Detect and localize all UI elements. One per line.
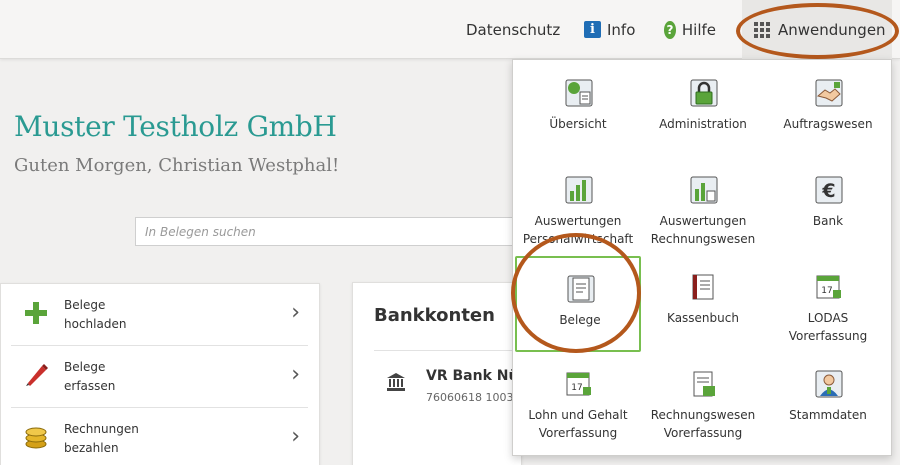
pencil-icon [26, 364, 48, 386]
cashbook-icon [692, 274, 714, 300]
app-label-line2: Vorerfassung [538, 426, 618, 440]
action-belege-erfassen[interactable]: Belege erfassen › [11, 346, 308, 408]
svg-text:€: € [821, 180, 835, 202]
action-label-line1: Rechnungen [64, 422, 139, 436]
action-label-line1: Belege [64, 298, 106, 312]
bank-accounts-card: Bankkonten VR Bank Nü 76060618 1003 [352, 282, 523, 465]
info-icon: i [584, 21, 601, 38]
app-label-line1: Kassenbuch [667, 311, 739, 325]
app-tile-uebersicht[interactable]: Übersicht [515, 62, 641, 158]
handshake-icon [815, 79, 843, 107]
app-tile-lohn-und-gehalt-vorerfassung[interactable]: 17 Lohn und Gehalt Vorerfassung [515, 353, 641, 449]
chevron-right-icon: › [291, 424, 300, 449]
calendar-17-icon: 17 [816, 275, 841, 299]
actions-card: Belege hochladen › Belege erfassen › Rec… [0, 283, 320, 465]
app-label-line1: Belege [559, 313, 601, 327]
action-rechnungen-bezahlen[interactable]: Rechnungen bezahlen › [11, 408, 308, 465]
app-label-line1: Rechnungswesen [650, 408, 756, 422]
nav-hilfe-link[interactable]: ? Hilfe [664, 0, 716, 59]
app-label-line1: LODAS [807, 311, 849, 325]
top-navigation-bar: Datenschutz i Info ? Hilfe Anwendungen [0, 0, 900, 59]
app-label-line1: Auswertungen [534, 214, 622, 228]
app-label-line2: Vorerfassung [663, 426, 743, 440]
app-label-line1: Lohn und Gehalt [528, 408, 628, 422]
app-tile-rechnungswesen-vorerfassung[interactable]: Rechnungswesen Vorerfassung [640, 353, 766, 449]
person-icon [815, 370, 843, 398]
chart-calculator-icon [690, 176, 718, 204]
chart-people-icon [565, 176, 593, 204]
plus-icon [25, 302, 47, 324]
app-tile-lodas-vorerfassung[interactable]: 17 LODAS Vorerfassung [765, 256, 891, 352]
ledger-icon [693, 371, 715, 397]
bank-card-title: Bankkonten [374, 305, 495, 326]
app-label-line1: Übersicht [549, 117, 607, 131]
divider [374, 350, 523, 351]
nav-info-label: Info [607, 20, 636, 39]
app-label-line2: Personalwirtschaft [522, 232, 634, 246]
nav-anwendungen-label: Anwendungen [778, 20, 886, 39]
action-label-line2: hochladen [64, 317, 127, 331]
svg-text:17: 17 [821, 286, 832, 296]
nav-anwendungen-button[interactable]: Anwendungen [742, 0, 892, 59]
nav-datenschutz-label: Datenschutz [466, 20, 561, 39]
action-label-line2: bezahlen [64, 441, 119, 455]
app-label-line2: Rechnungswesen [650, 232, 756, 246]
applications-dropdown: Übersicht Administration Auftragswesen A… [512, 59, 892, 456]
app-tile-bank[interactable]: € Bank [765, 159, 891, 255]
beleg-search-input[interactable] [135, 217, 515, 246]
app-label-line1: Administration [659, 117, 747, 131]
euro-icon: € [815, 176, 843, 204]
overview-icon [565, 79, 593, 107]
app-label-line1: Auswertungen [659, 214, 747, 228]
app-label-line1: Bank [812, 214, 844, 228]
bank-account-name[interactable]: VR Bank Nü [426, 368, 518, 384]
app-label-line1: Auftragswesen [783, 117, 873, 131]
app-tile-belege[interactable]: Belege [515, 256, 641, 352]
help-icon: ? [664, 20, 676, 39]
app-tile-kassenbuch[interactable]: Kassenbuch [640, 256, 766, 352]
app-label-line1: Stammdaten [789, 408, 867, 422]
chevron-right-icon: › [291, 300, 300, 325]
company-name: Muster Testholz GmbH [14, 110, 337, 143]
action-belege-hochladen[interactable]: Belege hochladen › [11, 284, 308, 346]
app-tile-auswertungen-personalwirtschaft[interactable]: Auswertungen Personalwirtschaft [515, 159, 641, 255]
nav-datenschutz-link[interactable]: Datenschutz [466, 0, 560, 59]
lock-icon [690, 79, 718, 107]
app-tile-auswertungen-rechnungswesen[interactable]: Auswertungen Rechnungswesen [640, 159, 766, 255]
app-tile-auftragswesen[interactable]: Auftragswesen [765, 62, 891, 158]
svg-text:17: 17 [571, 383, 582, 393]
calendar-17-icon: 17 [566, 372, 591, 396]
action-label-line2: erfassen [64, 379, 116, 393]
bank-account-number: 76060618 1003 [426, 391, 514, 404]
app-tile-stammdaten[interactable]: Stammdaten [765, 353, 891, 449]
nav-info-link[interactable]: i Info [584, 0, 635, 59]
app-grid-icon [754, 21, 770, 38]
document-icon [567, 275, 595, 303]
bank-building-icon [387, 373, 405, 391]
coins-icon [25, 427, 47, 449]
app-label-line2: Vorerfassung [788, 329, 868, 343]
action-label-line1: Belege [64, 360, 106, 374]
chevron-right-icon: › [291, 362, 300, 387]
greeting-text: Guten Morgen, Christian Westphal! [14, 155, 340, 176]
app-tile-administration[interactable]: Administration [640, 62, 766, 158]
nav-hilfe-label: Hilfe [681, 20, 716, 39]
